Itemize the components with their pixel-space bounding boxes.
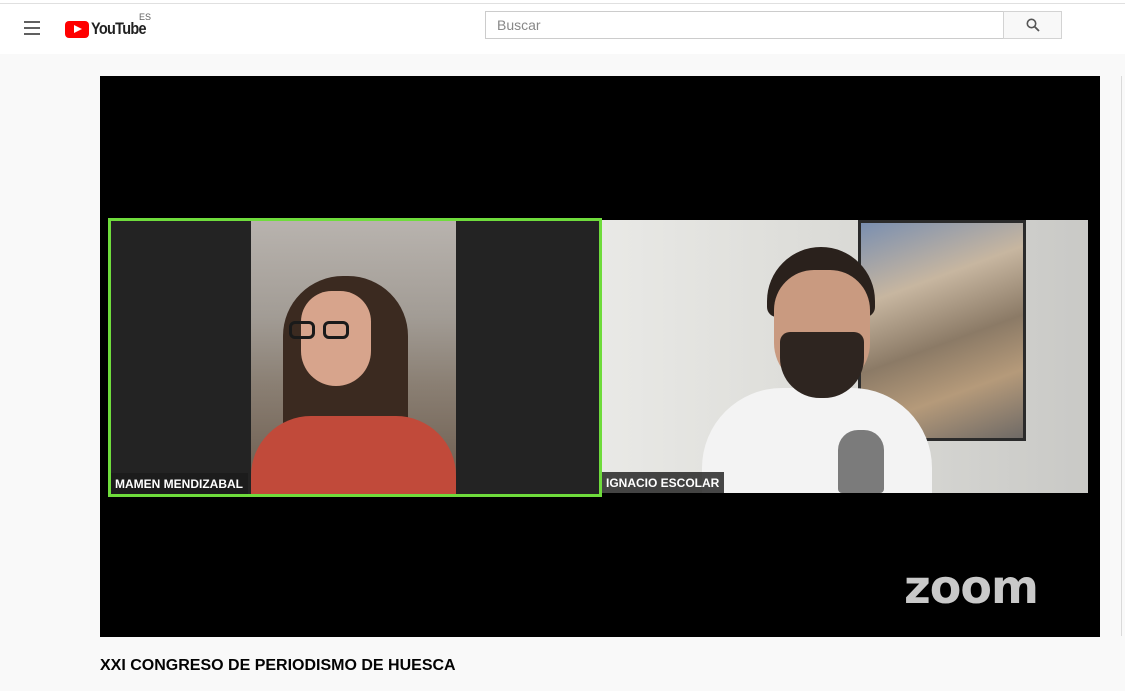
youtube-play-icon <box>65 20 89 38</box>
participant-tile: IGNACIO ESCOLAR <box>602 220 1088 493</box>
participant-name-label: IGNACIO ESCOLAR <box>602 472 725 493</box>
participant-video <box>602 220 1088 493</box>
search-icon <box>1026 18 1040 32</box>
search-button[interactable] <box>1003 11 1062 39</box>
participant-name-label: MAMEN MENDIZABAL <box>111 473 248 494</box>
youtube-logo[interactable]: YouTube ES <box>65 12 156 40</box>
search-input[interactable] <box>486 12 1003 38</box>
country-code: ES <box>139 12 152 22</box>
search-box <box>485 11 1004 39</box>
video-title: XXI CONGRESO DE PERIODISMO DE HUESCA <box>100 657 456 674</box>
sidebar-edge <box>1121 76 1125 636</box>
participant-video <box>251 221 456 494</box>
hamburger-menu-icon[interactable] <box>20 16 44 40</box>
logo-text: YouTube <box>91 19 147 38</box>
zoom-watermark: zoom <box>904 560 1039 614</box>
participant-tile-active: MAMEN MENDIZABAL <box>108 218 602 497</box>
video-player[interactable]: MAMEN MENDIZABAL IGNACIO ESCOLAR zoom <box>100 76 1100 637</box>
